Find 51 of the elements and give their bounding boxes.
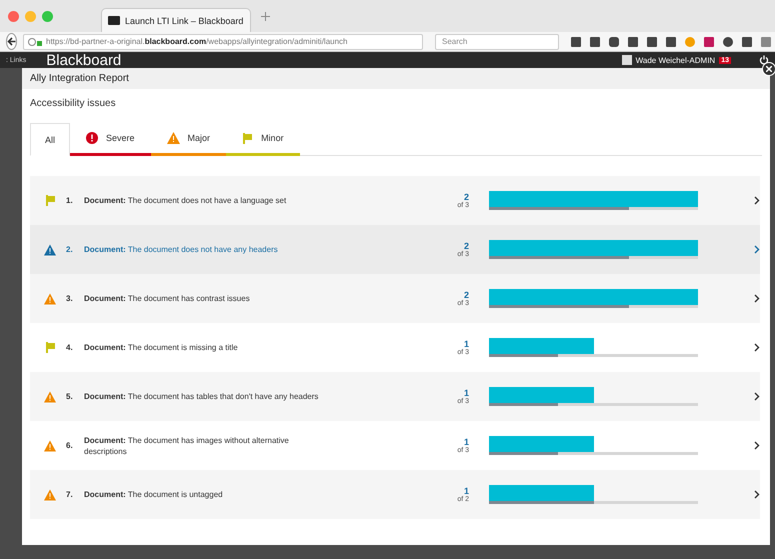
warning-icon: [44, 390, 56, 402]
favicon-icon: [108, 16, 120, 25]
power-icon[interactable]: [759, 55, 769, 65]
issue-number: 7.: [66, 490, 74, 499]
issue-description: Document: The document does not have a language set: [84, 195, 288, 206]
issue-count: 1: [464, 437, 469, 447]
chevron-icon[interactable]: [754, 343, 760, 352]
issue-number: 3.: [66, 294, 74, 303]
issue-number: 5.: [66, 392, 74, 401]
chevron-icon[interactable]: [754, 294, 760, 303]
issue-description: Document: The document has contrast issues: [84, 293, 251, 304]
issue-description: Document: The document is missing a title: [84, 342, 239, 353]
issue-number: 2.: [66, 245, 74, 254]
warning-icon: [44, 244, 56, 256]
chevron-icon[interactable]: [754, 490, 760, 499]
issue-number: 6.: [66, 441, 74, 450]
address-bar[interactable]: https://bd-partner-a-original.blackboard.com/webapps/allyintegration/adminiti/launch: [23, 34, 423, 50]
avatar-icon: [622, 55, 632, 65]
issue-description: Document: The document has tables that don't have any headers: [84, 391, 320, 402]
chevron-icon[interactable]: [754, 196, 760, 205]
issue-count: 1: [464, 339, 469, 349]
error-icon: [86, 132, 98, 144]
back-button[interactable]: [6, 33, 17, 50]
flag-icon: [44, 342, 56, 353]
search-field[interactable]: Search: [435, 34, 559, 50]
warning-icon: [44, 488, 56, 500]
warning-icon: [44, 440, 56, 452]
issue-count: 2: [464, 192, 469, 202]
dialog-title: Ally Integration Report: [22, 68, 770, 89]
section-heading: Accessibility issues: [29, 97, 117, 109]
close-icon: [766, 66, 772, 72]
issue-count: 2: [464, 290, 469, 300]
chevron-icon[interactable]: [754, 441, 760, 450]
issue-number: 4.: [66, 343, 74, 352]
issue-description: Document: The document has images without alternative descriptions: [84, 434, 290, 456]
issue-count: 1: [464, 486, 469, 496]
severity-tab[interactable]: All: [30, 123, 70, 156]
flag-icon: [242, 132, 254, 144]
flag-icon: [44, 195, 56, 206]
issue-description: Document: The document does not have any headers: [84, 244, 279, 255]
issue-count: 2: [464, 241, 469, 251]
issue-count: 1: [464, 388, 469, 398]
logo: Blackboard: [46, 52, 122, 68]
issue-description: Document: The document is untagged: [84, 489, 224, 500]
issue-number: 1.: [66, 196, 74, 205]
user-name[interactable]: Wade Weichel-ADMIN: [636, 56, 716, 64]
chevron-icon[interactable]: [754, 392, 760, 401]
browser-tab[interactable]: Launch LTI Link – Blackboard: [101, 8, 251, 32]
plus-icon[interactable]: [261, 12, 270, 20]
warning-icon: [44, 292, 56, 304]
warning-icon: [166, 132, 180, 144]
